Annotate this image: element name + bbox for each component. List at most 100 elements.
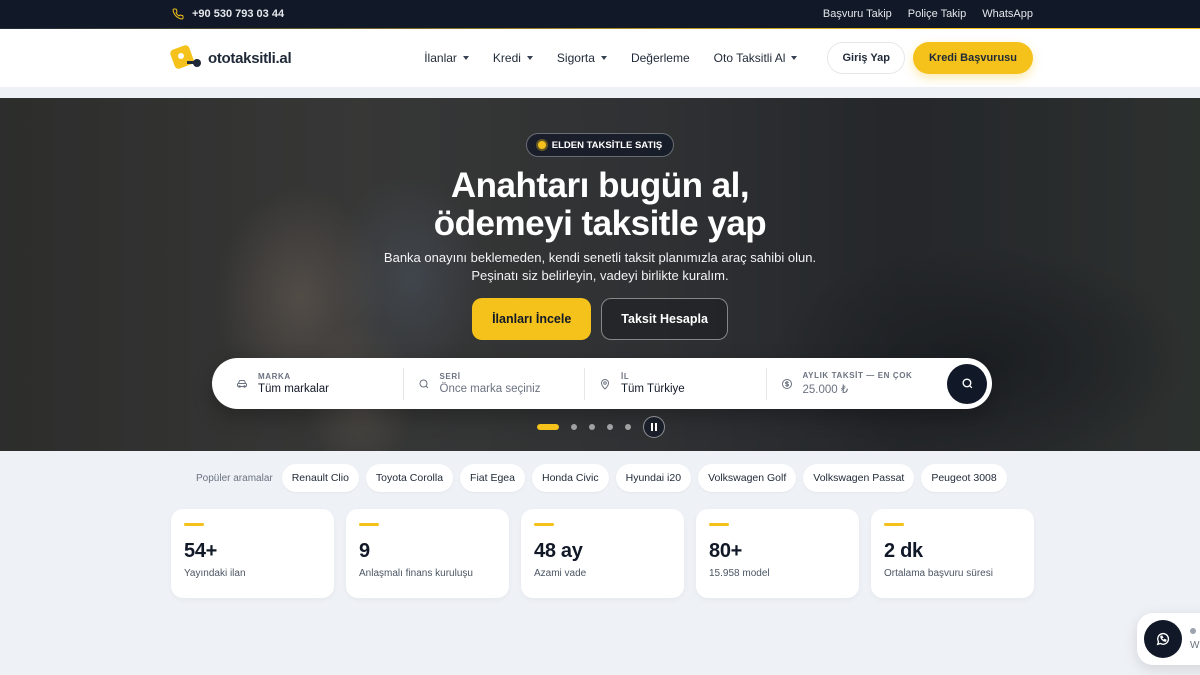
stat-label: Anlaşmalı finans kuruluşu <box>359 568 473 579</box>
stat-card: 2 dk Ortalama başvuru süresi <box>871 509 1034 598</box>
online-status-dot <box>1190 627 1196 634</box>
nav-ilanlar-label: İlanlar <box>424 51 457 65</box>
city-select[interactable]: İL Tüm Türkiye <box>584 367 766 400</box>
nav-degerleme[interactable]: Değerleme <box>631 51 690 65</box>
stat-accent-bar <box>359 523 379 526</box>
logo-text: ototaksitli.al <box>208 49 292 67</box>
carousel-indicators <box>537 416 665 438</box>
link-basvuru-takip[interactable]: Başvuru Takip <box>823 8 892 20</box>
city-label: İL <box>621 372 630 381</box>
popular-chip[interactable]: Fiat Egea <box>460 464 525 492</box>
hero-subtitle-line2: Peşinatı siz belirleyin, vadeyi birlikte… <box>471 268 729 283</box>
popular-chip[interactable]: Renault Clio <box>281 464 359 492</box>
credit-application-button[interactable]: Kredi Başvurusu <box>912 42 1033 74</box>
stat-accent-bar <box>709 523 729 526</box>
nav-degerleme-label: Değerleme <box>630 51 690 65</box>
popular-chip[interactable]: Volkswagen Golf <box>698 464 797 492</box>
stat-label: Azami vade <box>534 568 587 579</box>
popular-chip[interactable]: Peugeot 3008 <box>921 464 1007 492</box>
popular-searches: Popüler aramalar Renault Clio Toyota Cor… <box>196 464 1007 492</box>
nav-ilanlar[interactable]: İlanlar <box>424 51 469 65</box>
stat-value: 9 <box>359 540 370 562</box>
stat-label: Ortalama başvuru süresi <box>884 568 993 579</box>
carousel-dot-4[interactable] <box>607 424 613 430</box>
hero-subtitle: Banka onayını beklemeden, kendi senetli … <box>384 249 816 285</box>
nav-kredi-label: Kredi <box>492 51 521 65</box>
currency-icon <box>781 378 792 389</box>
browse-listings-button[interactable]: İlanları İncele <box>472 298 592 340</box>
series-label: SERİ <box>439 372 461 381</box>
nav-kredi[interactable]: Kredi <box>493 51 533 65</box>
city-value: Tüm Türkiye <box>621 383 685 395</box>
stat-accent-bar <box>884 523 904 526</box>
hero-title: Anahtarı bugün al, ödemeyi taksitle yap <box>433 166 767 243</box>
stat-label: 15.958 model <box>709 568 770 579</box>
hero-subtitle-line1: Banka onayını beklemeden, kendi senetli … <box>383 250 817 265</box>
pause-icon[interactable] <box>643 416 665 438</box>
search-icon <box>961 378 972 389</box>
popular-chip[interactable]: Hyundai i20 <box>615 464 692 492</box>
nav-oto-taksitli-al-label: Oto Taksitli Al <box>713 51 786 65</box>
carousel-dot-1[interactable] <box>537 424 559 430</box>
whatsapp-icon <box>1156 632 1170 646</box>
stat-value: 48 ay <box>534 540 583 562</box>
carousel-dot-5[interactable] <box>625 424 631 430</box>
stat-accent-bar <box>184 523 204 526</box>
top-bar: +90 530 793 03 44 Başvuru Takip Poliçe T… <box>0 0 1200 29</box>
hero-badge-label: ELDEN TAKSİTLE SATIŞ <box>551 139 663 151</box>
popular-chip[interactable]: Honda Civic <box>532 464 609 492</box>
hero-badge: ELDEN TAKSİTLE SATIŞ <box>525 133 675 157</box>
main-header: ototaksitli.al İlanlar Kredi Sigorta Değ… <box>0 29 1200 87</box>
phone-contact[interactable]: +90 530 793 03 44 <box>172 8 284 20</box>
stat-value: 2 dk <box>884 540 923 562</box>
link-whatsapp[interactable]: WhatsApp <box>982 8 1033 20</box>
link-police-takip[interactable]: Poliçe Takip <box>908 8 967 20</box>
popular-chip[interactable]: Toyota Corolla <box>365 464 454 492</box>
stats-row: 54+ Yayındaki ilan 9 Anlaşmalı finans ku… <box>171 509 1034 598</box>
vehicle-search-bar: MARKA Tüm markalar SERİ Önce marka seçin… <box>212 358 992 409</box>
nav-sigorta-label: Sigorta <box>556 51 595 65</box>
carousel-dot-2[interactable] <box>571 424 577 430</box>
hero-title-line2: ödemeyi taksitle yap <box>433 204 767 243</box>
search-submit-button[interactable] <box>947 363 987 404</box>
badge-dot-icon <box>537 141 546 149</box>
car-icon <box>237 379 247 388</box>
logo-key-icon <box>170 43 204 73</box>
nav-sigorta[interactable]: Sigorta <box>557 51 607 65</box>
stat-accent-bar <box>534 523 554 526</box>
carousel-dot-3[interactable] <box>589 424 595 430</box>
chevron-down-icon <box>462 56 469 60</box>
popular-chip[interactable]: Volkswagen Passat <box>803 464 915 492</box>
brand-label: MARKA <box>258 372 291 381</box>
main-nav: İlanlar Kredi Sigorta Değerleme Oto Taks… <box>424 51 798 65</box>
monthly-installment-input[interactable]: AYLIK TAKSİT — EN ÇOK 25.000 ₺ <box>765 367 948 400</box>
chevron-down-icon <box>600 56 607 60</box>
stat-card: 48 ay Azami vade <box>521 509 684 598</box>
search-icon <box>419 379 428 388</box>
installment-value: 25.000 ₺ <box>802 384 849 396</box>
whatsapp-button[interactable] <box>1144 620 1182 658</box>
chevron-down-icon <box>791 56 798 60</box>
whatsapp-label: W <box>1190 639 1200 651</box>
whatsapp-widget[interactable]: W <box>1137 613 1200 665</box>
chevron-down-icon <box>526 56 533 60</box>
series-select[interactable]: SERİ Önce marka seçiniz <box>402 367 585 400</box>
hero-title-line1: Anahtarı bugün al, <box>450 166 750 205</box>
stat-card: 54+ Yayındaki ilan <box>171 509 334 598</box>
brand-value: Tüm markalar <box>258 383 329 395</box>
stat-card: 80+ 15.958 model <box>696 509 859 598</box>
series-value: Önce marka seçiniz <box>439 383 541 395</box>
installment-calculator-button[interactable]: Taksit Hesapla <box>601 298 728 340</box>
phone-number: +90 530 793 03 44 <box>192 8 285 20</box>
stat-card: 9 Anlaşmalı finans kuruluşu <box>346 509 509 598</box>
brand-select[interactable]: MARKA Tüm markalar <box>222 368 403 400</box>
stat-value: 54+ <box>184 540 218 562</box>
site-logo[interactable]: ototaksitli.al <box>170 43 292 73</box>
stat-label: Yayındaki ilan <box>184 568 246 579</box>
nav-oto-taksitli-al[interactable]: Oto Taksitli Al <box>714 51 798 65</box>
popular-searches-label: Popüler aramalar <box>196 472 273 484</box>
login-button[interactable]: Giriş Yap <box>827 42 905 74</box>
stat-value: 80+ <box>709 540 743 562</box>
phone-icon <box>172 8 184 20</box>
installment-label: AYLIK TAKSİT — EN ÇOK <box>802 371 913 380</box>
